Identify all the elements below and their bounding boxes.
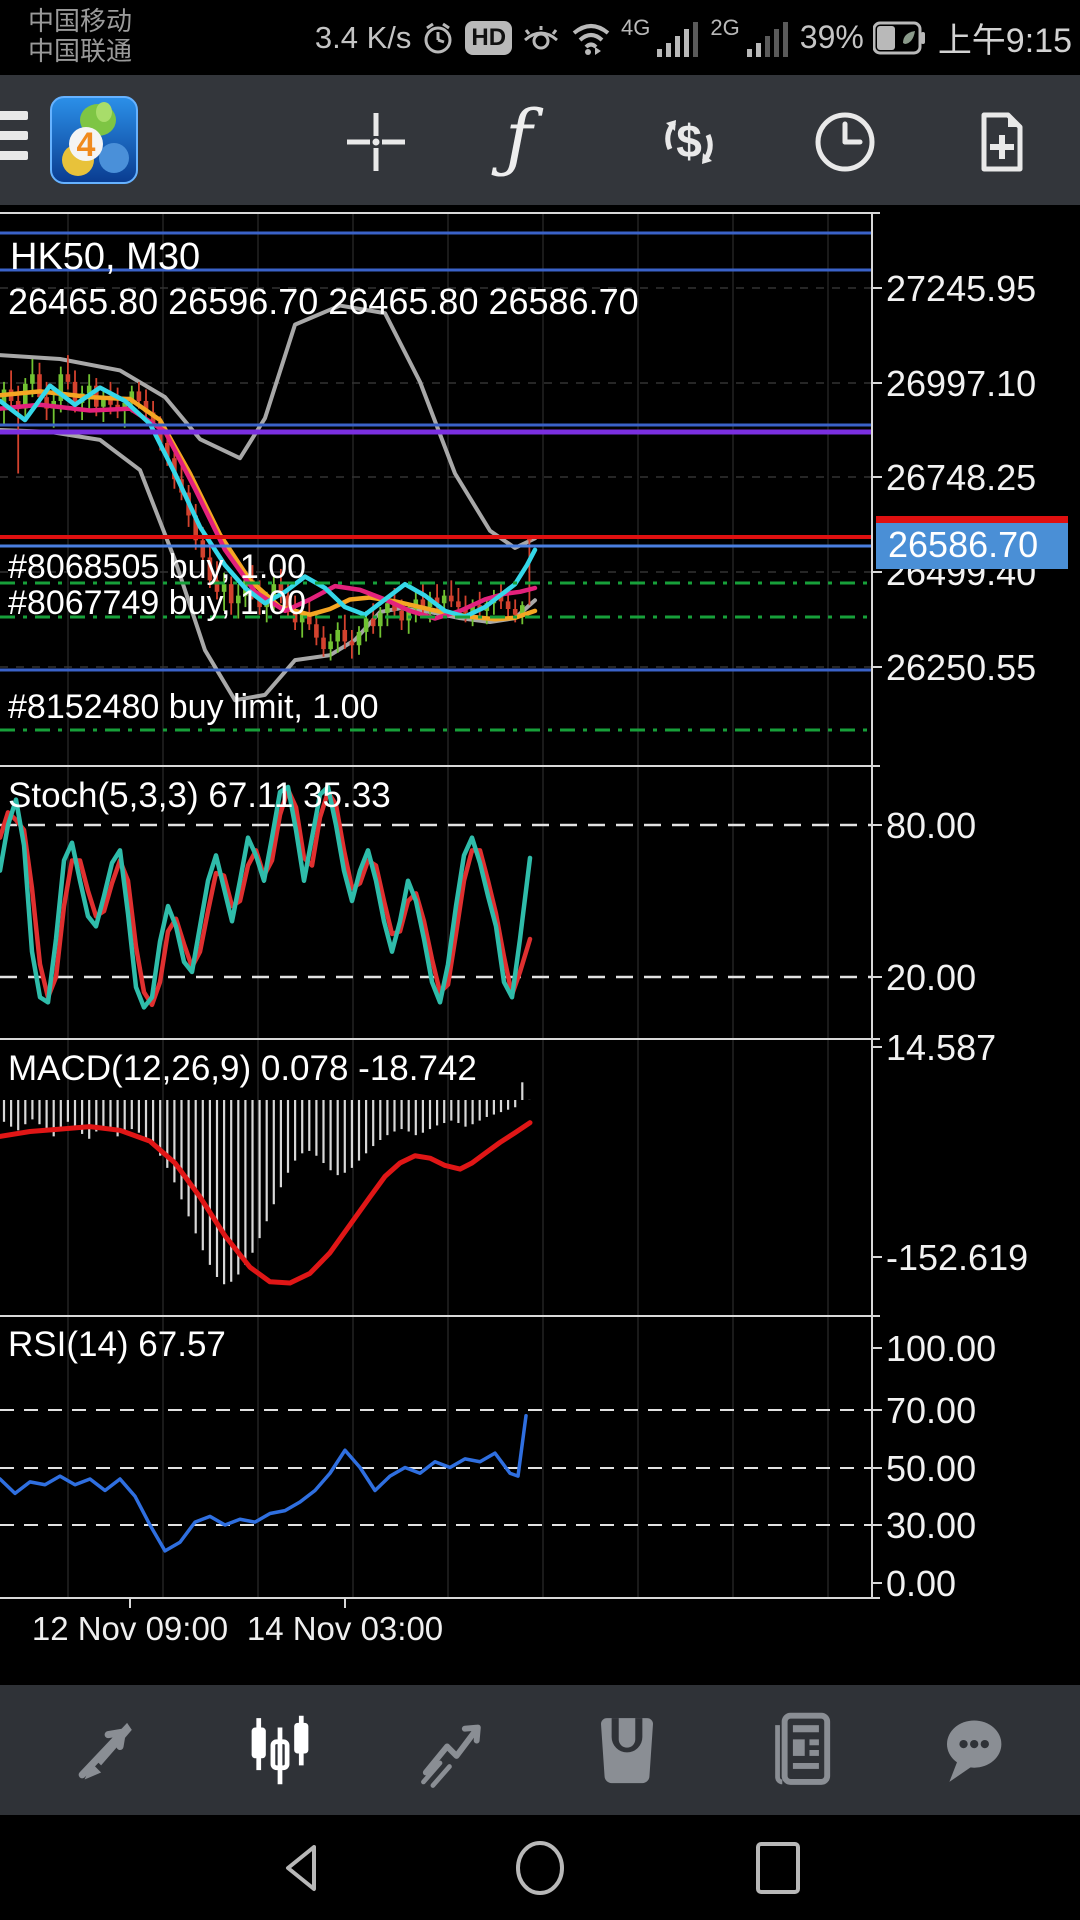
- axis-label: 27245.95: [886, 268, 1036, 309]
- current-price-text: 26586.70: [888, 524, 1038, 565]
- signal-4g-label: 4G: [621, 14, 651, 40]
- signal-2g-icon: [746, 21, 788, 57]
- new-order-icon[interactable]: [969, 109, 1035, 175]
- carrier-labels: 中国移动 中国联通: [28, 6, 132, 66]
- time-axis-label-1: 12 Nov 09:00: [31, 1610, 229, 1647]
- status-time: 上午9:15: [937, 22, 1072, 60]
- axis-label: 100.00: [886, 1328, 996, 1369]
- candle-body: [505, 601, 511, 609]
- candle-body: [378, 612, 383, 627]
- ohlc-values: 26465.80 26596.70 26465.80 26586.70: [8, 281, 639, 322]
- candle-body: [342, 629, 348, 642]
- trade-icon[interactable]: $: [656, 109, 722, 175]
- trade-tab-icon[interactable]: [414, 1711, 492, 1789]
- messages-tab-icon[interactable]: [934, 1711, 1012, 1789]
- android-nav-bar: [0, 1815, 1080, 1920]
- battery-percent: 39%: [799, 19, 864, 55]
- axis-label: 20.00: [886, 957, 976, 998]
- indicators-icon[interactable]: ƒ: [505, 101, 532, 175]
- axis-label: 30.00: [886, 1505, 976, 1546]
- svg-text:$: $: [676, 115, 702, 167]
- app-toolbar: 4 ƒ $: [0, 75, 1080, 205]
- axis-label: 80.00: [886, 805, 976, 846]
- axis-label: 26250.55: [886, 647, 1036, 688]
- stoch-label: Stoch(5,3,3) 67.11 35.33: [8, 776, 391, 815]
- axis-label: 50.00: [886, 1448, 976, 1489]
- candle-body: [65, 374, 71, 382]
- menu-icon[interactable]: [0, 111, 30, 169]
- stoch-signal-line: [0, 787, 533, 1008]
- back-icon[interactable]: [274, 1839, 332, 1897]
- mt4-logo-art: 4: [62, 102, 129, 176]
- symbol-period-label: HK50, M30: [10, 236, 201, 278]
- candle-body: [335, 629, 340, 642]
- candle-body: [512, 608, 518, 615]
- candle-body: [349, 641, 355, 646]
- status-indicators: 3.4 K/s HD 4G 2G 39% 上午9:15: [315, 0, 1072, 75]
- mt4-logo[interactable]: 4: [50, 96, 138, 184]
- axis-label: 26997.10: [886, 363, 1036, 404]
- bollinger-upper: [0, 303, 537, 550]
- recents-icon[interactable]: [749, 1839, 807, 1897]
- quotes-tab-icon[interactable]: [68, 1711, 146, 1789]
- rsi-line: [0, 1414, 528, 1553]
- history-tab-icon[interactable]: [588, 1711, 666, 1789]
- candle-body: [363, 618, 369, 632]
- crosshair-icon[interactable]: [343, 109, 409, 175]
- candle-body: [314, 624, 319, 638]
- candle-body: [136, 391, 142, 401]
- candle-body: [441, 595, 447, 604]
- signal-4g-icon: [657, 21, 699, 57]
- candle-body: [449, 595, 454, 602]
- candle-body: [72, 381, 78, 403]
- axis-label: -152.619: [886, 1237, 1028, 1278]
- axis-label: 0.00: [886, 1563, 956, 1604]
- net-speed: 3.4 K/s: [314, 19, 412, 55]
- hd-icon: HD: [465, 20, 513, 55]
- current-price-strip: [876, 516, 1068, 523]
- home-icon[interactable]: [511, 1839, 569, 1897]
- carrier-1: 中国移动: [28, 6, 133, 36]
- candle-body: [385, 603, 390, 613]
- history-clock-icon[interactable]: [812, 109, 878, 175]
- axis-label: 70.00: [886, 1390, 976, 1431]
- order-label-3[interactable]: #8152480 buy limit, 1.00: [8, 688, 378, 727]
- battery-icon: [872, 21, 925, 54]
- wifi-icon: [572, 23, 610, 55]
- bottom-nav: [0, 1685, 1080, 1815]
- alarm-icon: [424, 22, 452, 53]
- time-axis-label-2: 14 Nov 03:00: [246, 1610, 444, 1647]
- macd-label: MACD(12,26,9) 0.078 -18.742: [8, 1049, 477, 1088]
- candle-body: [356, 631, 362, 646]
- axis-label: 14.587: [886, 1027, 996, 1068]
- svg-text:4: 4: [77, 126, 96, 164]
- eye-icon: [524, 25, 559, 49]
- candle-body: [370, 618, 376, 627]
- candle-body: [456, 601, 461, 608]
- axis-label: 26748.25: [886, 457, 1036, 498]
- candle-body: [30, 374, 35, 384]
- mt4-app-screen: 27245.95 26997.10 26748.25 26499.40 26250.55…: [0, 0, 1080, 1920]
- candle-body: [321, 637, 326, 650]
- signal-2g-label: 2G: [710, 14, 740, 40]
- candle-body: [328, 641, 333, 650]
- carrier-2: 中国联通: [28, 36, 133, 66]
- rsi-label: RSI(14) 67.57: [8, 1325, 226, 1364]
- order-label-1[interactable]: #8068505 buy, 1.00: [8, 548, 306, 587]
- order-label-2[interactable]: #8067749 buy, 1.00: [8, 584, 306, 623]
- news-tab-icon[interactable]: [761, 1711, 839, 1789]
- charts-tab-icon[interactable]: [241, 1711, 319, 1789]
- status-bar: 中国移动 中国联通 3.4 K/s HD 4G 2G 39% 上午9:15: [0, 0, 1080, 75]
- macd-signal-line: [0, 1120, 533, 1286]
